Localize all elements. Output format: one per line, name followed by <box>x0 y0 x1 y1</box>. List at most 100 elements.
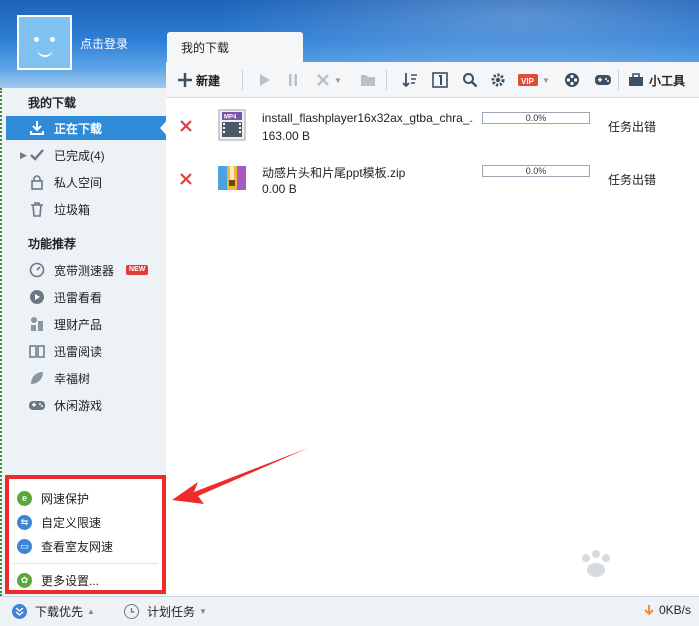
monitor-icon: ▭ <box>17 538 32 554</box>
file-size: 163.00 B <box>262 129 311 143</box>
sidebar-item-private-space[interactable]: 私人空间 <box>6 170 168 194</box>
new-task-label: 新建 <box>196 73 221 88</box>
sidebar-item-label: 休闲游戏 <box>54 398 103 413</box>
pause-button[interactable] <box>286 71 300 89</box>
sidebar-item-downloading[interactable]: 正在下载 <box>6 116 169 140</box>
scheduled-tasks-button[interactable]: 计划任务 ▼ <box>124 603 207 620</box>
menu-divider <box>13 563 158 564</box>
double-chevron-down-icon <box>12 604 27 619</box>
sidebar-item-label: 正在下载 <box>54 121 103 136</box>
toolbox-icon <box>629 73 643 86</box>
file-name: 动感片头和片尾ppt模板.zip <box>262 166 406 180</box>
sidebar-item-label: 垃圾箱 <box>54 202 91 217</box>
sidebar-item-games[interactable]: 休闲游戏 <box>6 393 168 417</box>
close-icon[interactable] <box>178 118 194 134</box>
menu-item-speed-protect[interactable]: e 网速保护 <box>17 487 89 509</box>
priority-label: 下载优先 <box>35 605 84 619</box>
sort-icon <box>402 73 417 88</box>
caret-up-icon: ▲ <box>87 607 95 616</box>
file-size: 0.00 B <box>262 182 297 196</box>
sidebar-item-label: 幸福树 <box>54 371 91 386</box>
speedometer-icon <box>28 261 46 279</box>
sidebar-item-label: 宽带测速器 <box>54 263 115 278</box>
sidebar-item-trash[interactable]: 垃圾箱 <box>6 197 168 221</box>
book-icon <box>28 342 46 360</box>
chevron-down-icon[interactable]: ▼ <box>334 76 342 85</box>
tools-button[interactable]: 小工具 <box>628 71 685 89</box>
download-icon <box>28 119 46 137</box>
close-icon[interactable] <box>178 171 194 187</box>
task-status: 任务出错 <box>608 173 657 187</box>
video-button[interactable] <box>564 71 580 89</box>
sidebar-item-label: 迅雷阅读 <box>54 344 103 359</box>
new-badge: NEW <box>126 265 149 275</box>
login-link[interactable]: 点击登录 <box>80 35 128 52</box>
sidebar-item-label: 已完成(4) <box>54 148 105 163</box>
sidebar-item-completed[interactable]: ▶ 已完成(4) <box>6 143 168 167</box>
settings-button[interactable] <box>490 71 506 89</box>
download-row[interactable]: MP4 install_flashplayer16x32ax_gtba_chra… <box>166 109 699 165</box>
sidebar-item-kankan[interactable]: 迅雷看看 <box>6 285 168 309</box>
close-icon <box>317 74 329 86</box>
clock-icon <box>124 604 139 619</box>
menu-item-custom-limit[interactable]: ⇆ 自定义限速 <box>17 511 101 533</box>
sort-button[interactable] <box>402 71 418 89</box>
delete-button[interactable]: ▼ <box>316 71 342 89</box>
menu-item-label: 更多设置... <box>41 573 100 588</box>
progress-bar: 0.0% <box>482 112 590 124</box>
film-reel-icon <box>565 73 579 87</box>
new-task-button[interactable]: 新建 <box>178 71 220 89</box>
section-title-downloads: 我的下载 <box>28 96 77 110</box>
menu-item-roommate-speed[interactable]: ▭ 查看室友网速 <box>17 535 113 557</box>
chevron-down-icon: ▼ <box>199 607 207 616</box>
sidebar-item-happy-tree[interactable]: 幸福树 <box>6 366 168 390</box>
folder-icon <box>361 75 375 86</box>
sidebar-item-finance[interactable]: 理财产品 <box>6 312 168 336</box>
gamepad-icon <box>28 396 46 414</box>
search-icon <box>463 73 478 88</box>
sidebar-item-label: 迅雷看看 <box>54 290 103 305</box>
speed-settings-popup: e 网速保护 ⇆ 自定义限速 ▭ 查看室友网速 ✿ 更多设置... <box>5 475 166 594</box>
lock-icon <box>28 173 46 191</box>
avatar[interactable] <box>17 15 72 70</box>
schedule-label: 计划任务 <box>147 605 196 619</box>
tab-my-downloads[interactable]: 我的下载 <box>167 32 303 62</box>
red-arrow-annotation <box>172 448 308 504</box>
vip-button[interactable]: VIP ▼ <box>518 71 550 89</box>
swap-icon: ⇆ <box>17 514 32 530</box>
shield-icon: e <box>17 490 32 506</box>
single-task-button[interactable] <box>432 71 448 89</box>
search-button[interactable] <box>462 71 478 89</box>
open-folder-button[interactable] <box>360 71 376 89</box>
gear-icon <box>491 73 505 87</box>
expand-caret-icon[interactable]: ▶ <box>20 150 27 161</box>
menu-item-label: 网速保护 <box>41 491 90 506</box>
games-button[interactable] <box>594 71 612 89</box>
gamepad-icon <box>595 75 611 85</box>
task-status: 任务出错 <box>608 120 657 134</box>
toolbar: 新建 ▼ VIP ▼ 小工具 <box>166 62 699 98</box>
pause-icon <box>289 74 297 86</box>
menu-item-more-settings[interactable]: ✿ 更多设置... <box>17 569 99 591</box>
leaf-icon <box>28 369 46 387</box>
trash-icon <box>28 200 46 218</box>
start-button[interactable] <box>258 71 272 89</box>
svg-text:VIP: VIP <box>521 77 535 86</box>
coins-icon <box>28 315 46 333</box>
sidebar-item-reading[interactable]: 迅雷阅读 <box>6 339 168 363</box>
play-icon <box>260 74 270 86</box>
download-row[interactable]: 动感片头和片尾ppt模板.zip 0.00 B 0.0% 任务出错 <box>166 162 699 218</box>
progress-bar: 0.0% <box>482 165 590 177</box>
sidebar-item-label: 私人空间 <box>54 175 103 190</box>
sidebar-item-label: 理财产品 <box>54 317 103 332</box>
chevron-down-icon[interactable]: ▼ <box>542 76 550 85</box>
download-priority-button[interactable]: 下载优先 ▲ <box>12 603 95 620</box>
sidebar-item-speed-test[interactable]: 宽带测速器 NEW <box>6 258 168 282</box>
vip-icon: VIP <box>518 74 538 86</box>
baidu-watermark-logo <box>582 550 610 577</box>
mp4-file-icon: MP4 <box>218 109 246 141</box>
menu-item-label: 查看室友网速 <box>41 539 114 554</box>
gear-icon: ✿ <box>17 572 32 588</box>
tools-label: 小工具 <box>649 73 686 88</box>
kankan-icon <box>28 288 46 306</box>
